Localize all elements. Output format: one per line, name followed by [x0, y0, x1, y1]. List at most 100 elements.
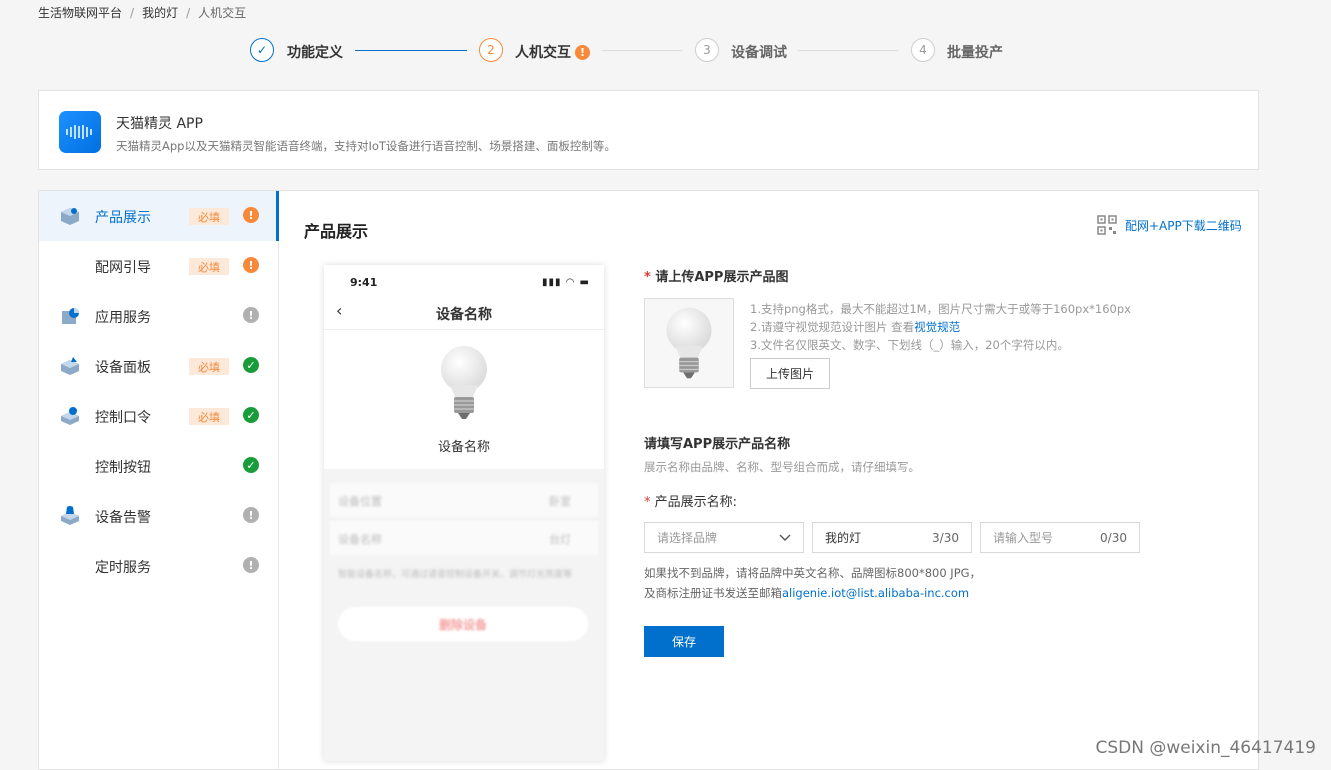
brand-select-placeholder: 请选择品牌 — [657, 529, 717, 546]
blurred-note: 智能设备名称，可通过语音控制设备开关，调节灯光亮度等 — [338, 567, 588, 580]
qr-code-icon — [1097, 215, 1117, 235]
product-image-preview — [644, 298, 734, 388]
sidebar-item-device-panel[interactable]: 设备面板 必填 ✓ — [39, 341, 279, 391]
sidebar-item-label: 设备面板 — [95, 357, 151, 377]
upload-label: * 请上传APP展示产品图 — [644, 266, 788, 285]
breadcrumb-platform[interactable]: 生活物联网平台 — [38, 4, 122, 21]
sidebar-item-voice-command[interactable]: 控制口令 必填 ✓ — [39, 391, 279, 441]
step-2-warning-icon: ! — [575, 45, 590, 60]
product-display-icon — [59, 206, 81, 226]
step-4-number: 4 — [911, 38, 935, 62]
breadcrumb-my-light[interactable]: 我的灯 — [142, 4, 178, 21]
upload-hint-2-text: 2.请遵守视觉规范设计图片 查看 — [750, 320, 914, 334]
light-bulb-icon — [645, 299, 733, 387]
main-panel: 产品展示 必填 ! 配网引导 必填 ! 应用服务 ! 设备面板 必填 ✓ — [38, 190, 1259, 770]
sidebar-item-timer-service[interactable]: 定时服务 ! — [39, 541, 279, 591]
step-1-label: 功能定义 — [287, 42, 343, 62]
app-title: 天猫精灵 APP — [116, 113, 203, 133]
required-star: * — [644, 495, 651, 510]
blurred-row-value: 台灯 — [549, 531, 571, 547]
sidebar: 产品展示 必填 ! 配网引导 必填 ! 应用服务 ! 设备面板 必填 ✓ — [39, 191, 279, 769]
step-line-1 — [355, 50, 467, 51]
required-badge: 必填 — [189, 208, 229, 225]
visual-spec-link[interactable]: 视觉规范 — [914, 320, 960, 334]
sidebar-item-network-guide[interactable]: 配网引导 必填 ! — [39, 241, 279, 291]
product-name-label-text: 产品展示名称: — [655, 495, 737, 510]
content-title: 产品展示 — [304, 218, 368, 242]
device-panel-icon — [59, 356, 81, 376]
product-name-counter: 3/30 — [932, 531, 959, 545]
phone-title: 设备名称 — [324, 304, 604, 324]
voice-command-icon — [59, 406, 81, 426]
app-info-card: 天猫精灵 APP 天猫精灵App以及天猫精灵智能语音终端，支持对IoT设备进行语… — [38, 90, 1259, 170]
tmall-genie-app-icon — [59, 111, 101, 153]
upload-hint-1: 1.支持png格式，最大不能超过1M，图片尺寸需大于或等于160px*160px — [750, 301, 1131, 317]
email-link[interactable]: aligenie.iot@list.alibaba-inc.com — [782, 586, 969, 600]
upload-hint-2: 2.请遵守视觉规范设计图片 查看视觉规范 — [750, 319, 960, 335]
blurred-row-value: 卧室 — [549, 493, 571, 509]
sidebar-item-label: 控制按钮 — [95, 457, 151, 477]
brand-select[interactable]: 请选择品牌 — [644, 522, 804, 553]
brand-note-line-1: 如果找不到品牌，请将品牌中英文名称、品牌图标800*800 JPG， — [644, 565, 981, 581]
blurred-button: 删除设备 — [338, 607, 588, 641]
app-service-icon — [59, 306, 81, 326]
phone-status-icons: ▮▮▮ ◠ ▬ — [542, 277, 590, 288]
info-icon: ! — [243, 507, 259, 523]
breadcrumb: 生活物联网平台 / 我的灯 / 人机交互 — [38, 4, 246, 21]
breadcrumb-separator: / — [130, 6, 134, 20]
model-input[interactable]: 请输入型号 0/30 — [980, 522, 1140, 553]
required-badge: 必填 — [189, 408, 229, 425]
product-name-label: * 产品展示名称: — [644, 491, 737, 510]
product-name-input[interactable]: 我的灯 3/30 — [812, 522, 972, 553]
required-badge: 必填 — [189, 358, 229, 375]
step-3-label: 设备调试 — [731, 42, 787, 62]
sidebar-item-label: 设备告警 — [95, 507, 151, 527]
sidebar-item-app-service[interactable]: 应用服务 ! — [39, 291, 279, 341]
required-star: * — [644, 270, 651, 285]
breadcrumb-separator: / — [186, 6, 190, 20]
step-1-check-icon: ✓ — [250, 38, 274, 62]
info-icon: ! — [243, 557, 259, 573]
step-line-3 — [798, 50, 898, 51]
phone-preview: 9:41 ▮▮▮ ◠ ▬ ‹ 设备名称 设备名称 设备位置 卧室 设备名称 台灯… — [324, 265, 604, 761]
phone-time: 9:41 — [350, 276, 377, 289]
warning-icon: ! — [243, 257, 259, 273]
step-3-number: 3 — [695, 38, 719, 62]
sidebar-item-label: 应用服务 — [95, 307, 151, 327]
app-description: 天猫精灵App以及天猫精灵智能语音终端，支持对IoT设备进行语音控制、场景搭建、… — [116, 138, 616, 154]
sidebar-item-label: 定时服务 — [95, 557, 151, 577]
step-4-label: 批量投产 — [947, 42, 1003, 62]
sidebar-item-device-alarm[interactable]: 设备告警 ! — [39, 491, 279, 541]
name-form-title: 请填写APP展示产品名称 — [644, 433, 790, 452]
name-form-description: 展示名称由品牌、名称、型号组合而成，请仔细填写。 — [644, 459, 920, 475]
breadcrumb-current: 人机交互 — [198, 4, 246, 21]
info-icon: ! — [243, 307, 259, 323]
sidebar-item-label: 配网引导 — [95, 257, 151, 277]
upload-hint-3: 3.文件名仅限英文、数字、下划线（_）输入，20个字符以内。 — [750, 337, 1069, 353]
model-input-placeholder: 请输入型号 — [993, 529, 1053, 546]
brand-note-line-2: 及商标注册证书发送至邮箱aligenie.iot@list.alibaba-in… — [644, 585, 969, 601]
phone-divider — [324, 329, 604, 330]
upload-label-text: 请上传APP展示产品图 — [655, 270, 788, 285]
qr-code-link[interactable]: 配网+APP下载二维码 — [1097, 215, 1242, 235]
step-2-label: 人机交互 — [515, 42, 571, 62]
upload-image-button[interactable]: 上传图片 — [750, 358, 830, 389]
check-icon: ✓ — [243, 407, 259, 423]
light-bulb-icon — [438, 345, 490, 421]
qr-code-link-text: 配网+APP下载二维码 — [1125, 217, 1242, 234]
save-button[interactable]: 保存 — [644, 626, 724, 657]
product-name-value: 我的灯 — [825, 529, 861, 546]
device-alarm-icon — [59, 506, 81, 526]
sidebar-item-control-button[interactable]: 控制按钮 ✓ — [39, 441, 279, 491]
chevron-down-icon — [779, 534, 791, 542]
step-2-number: 2 — [479, 38, 503, 62]
phone-device-name: 设备名称 — [324, 436, 604, 455]
check-icon: ✓ — [243, 357, 259, 373]
warning-icon: ! — [243, 207, 259, 223]
step-progress: ✓ 功能定义 2 人机交互 ! 3 设备调试 4 批量投产 — [250, 38, 1010, 64]
check-icon: ✓ — [243, 457, 259, 473]
watermark: CSDN @weixin_46417419 — [1095, 738, 1316, 758]
sidebar-item-product-display[interactable]: 产品展示 必填 ! — [39, 191, 279, 241]
step-line-2 — [602, 50, 682, 51]
blurred-row-label: 设备位置 — [338, 493, 382, 509]
